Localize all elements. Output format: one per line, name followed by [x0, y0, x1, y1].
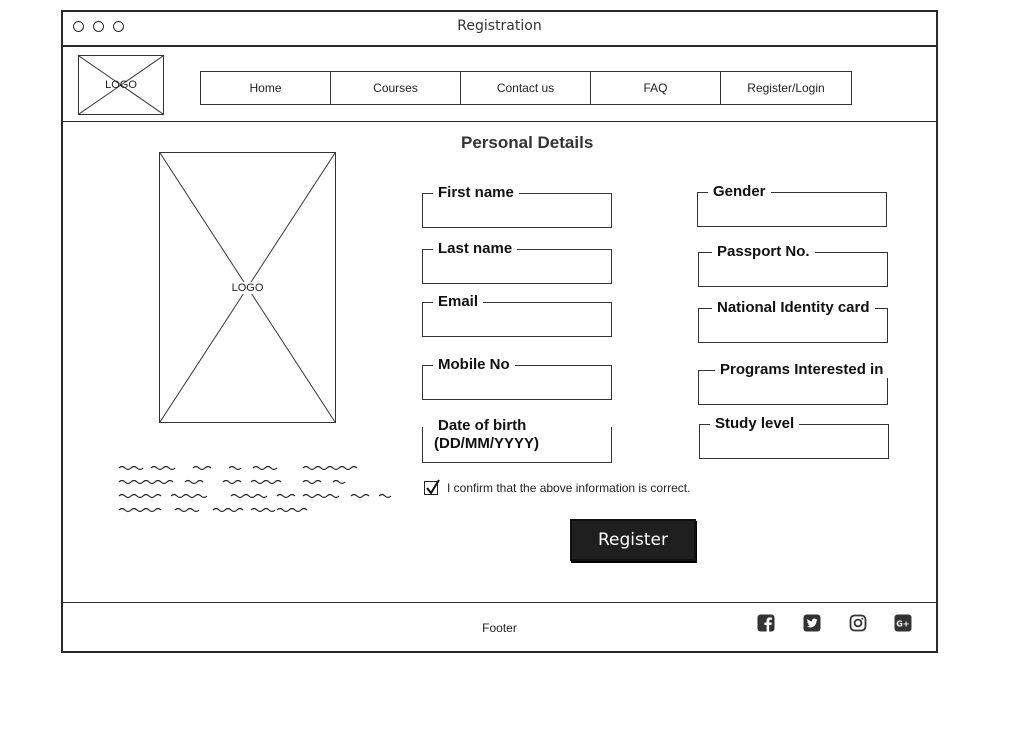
- date-of-birth-field[interactable]: Date of birth (DD/MM/YYYY): [422, 417, 612, 463]
- facebook-icon[interactable]: [757, 614, 775, 632]
- checkmark-icon: [426, 479, 440, 495]
- first-name-label: First name: [433, 184, 519, 201]
- passport-label: Passport No.: [712, 243, 815, 260]
- register-button[interactable]: Register: [570, 519, 696, 561]
- profile-image-placeholder: LOGO: [159, 152, 336, 423]
- title-bar: Registration: [63, 12, 936, 47]
- programs-label: Programs Interested in: [715, 361, 889, 378]
- last-name-label: Last name: [433, 240, 518, 257]
- svg-text:G+: G+: [896, 620, 909, 629]
- study-level-label: Study level: [710, 415, 800, 432]
- last-name-field[interactable]: Last name: [422, 240, 612, 284]
- national-id-label: National Identity card: [712, 299, 875, 316]
- national-id-field[interactable]: National Identity card: [698, 299, 888, 343]
- nav-courses[interactable]: Courses: [331, 72, 461, 104]
- mobile-label: Mobile No: [433, 356, 515, 373]
- date-of-birth-label: Date of birth (DD/MM/YYYY): [433, 417, 544, 453]
- dob-label-line2: (DD/MM/YYYY): [434, 435, 539, 452]
- passport-field[interactable]: Passport No.: [698, 243, 888, 287]
- first-name-field[interactable]: First name: [422, 184, 612, 228]
- browser-window: Registration LOGO Home Courses Contact u…: [61, 10, 938, 653]
- nav-contact-us[interactable]: Contact us: [461, 72, 591, 104]
- main-nav: Home Courses Contact us FAQ Register/Log…: [200, 71, 852, 105]
- mobile-field[interactable]: Mobile No: [422, 356, 612, 400]
- google-plus-icon[interactable]: G+: [894, 614, 912, 632]
- site-header: LOGO Home Courses Contact us FAQ Registe…: [63, 47, 936, 122]
- email-field[interactable]: Email: [422, 293, 612, 337]
- window-title: Registration: [457, 18, 542, 34]
- nav-register-login[interactable]: Register/Login: [721, 72, 851, 104]
- nav-home[interactable]: Home: [201, 72, 331, 104]
- site-footer: Footer G+: [63, 602, 936, 653]
- twitter-icon[interactable]: [803, 614, 821, 632]
- dob-label-line1: Date of birth: [438, 417, 527, 434]
- logo-label: LOGO: [105, 79, 137, 91]
- gender-field[interactable]: Gender: [697, 183, 887, 227]
- image-placeholder-label: LOGO: [230, 281, 265, 294]
- confirm-checkbox[interactable]: [424, 479, 440, 495]
- study-level-field[interactable]: Study level: [699, 415, 889, 459]
- placeholder-paragraph-scribble: [118, 465, 392, 513]
- gender-label: Gender: [708, 183, 771, 200]
- header-logo[interactable]: LOGO: [78, 55, 164, 115]
- instagram-icon[interactable]: [849, 614, 867, 632]
- confirm-label: I confirm that the above information is …: [447, 481, 691, 495]
- nav-faq[interactable]: FAQ: [591, 72, 721, 104]
- confirm-row: I confirm that the above information is …: [424, 478, 690, 498]
- email-label: Email: [433, 293, 484, 310]
- page-title: Personal Details: [461, 133, 594, 152]
- programs-field[interactable]: Programs Interested in: [698, 361, 889, 405]
